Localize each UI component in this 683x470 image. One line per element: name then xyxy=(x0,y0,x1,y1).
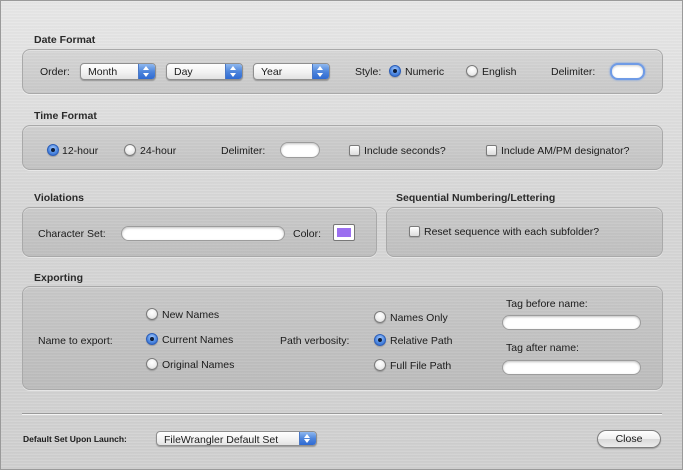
order-year-value: Year xyxy=(261,66,283,78)
include-seconds-label: Include seconds? xyxy=(364,145,446,157)
style-english-radio[interactable] xyxy=(466,65,478,77)
include-seconds-checkbox[interactable] xyxy=(349,145,360,156)
popup-arrows-icon xyxy=(138,64,155,79)
path-verbosity-label: Path verbosity: xyxy=(280,335,350,347)
popup-arrows-icon xyxy=(225,64,242,79)
reset-sequence-checkbox[interactable] xyxy=(409,226,420,237)
time-delimiter-field[interactable] xyxy=(280,142,320,158)
path-relative-label: Relative Path xyxy=(390,335,453,347)
default-set-popup[interactable]: FileWrangler Default Set xyxy=(156,431,317,446)
default-set-value: FileWrangler Default Set xyxy=(164,434,279,446)
order-label: Order: xyxy=(40,66,70,78)
charset-field[interactable] xyxy=(121,226,285,241)
name-new-label: New Names xyxy=(162,309,220,321)
tag-before-field[interactable] xyxy=(502,315,641,330)
clock-12-hour-radio[interactable] xyxy=(47,144,59,156)
path-full-radio[interactable] xyxy=(374,359,386,371)
violations-title: Violations xyxy=(34,192,84,204)
name-original-label: Original Names xyxy=(162,359,235,371)
order-day-value: Day xyxy=(174,66,193,78)
time-format-title: Time Format xyxy=(34,110,97,122)
popup-arrows-icon xyxy=(312,64,329,79)
popup-arrows-icon xyxy=(299,432,316,445)
close-button[interactable]: Close xyxy=(597,430,661,448)
name-to-export-label: Name to export: xyxy=(38,335,113,347)
path-names-only-radio[interactable] xyxy=(374,311,386,323)
order-day-popup[interactable]: Day xyxy=(166,63,243,80)
path-names-only-label: Names Only xyxy=(390,312,448,324)
style-label: Style: xyxy=(355,66,382,78)
charset-label: Character Set: xyxy=(38,228,106,240)
date-delimiter-field[interactable] xyxy=(610,63,645,80)
time-delimiter-label: Delimiter: xyxy=(221,145,266,157)
style-english-label: English xyxy=(482,66,517,78)
exporting-title: Exporting xyxy=(34,272,83,284)
name-current-label: Current Names xyxy=(162,334,234,346)
order-month-popup[interactable]: Month xyxy=(80,63,156,80)
clock-24-hour-label: 24-hour xyxy=(140,145,177,157)
tag-before-label: Tag before name: xyxy=(506,298,588,310)
date-format-title: Date Format xyxy=(34,34,96,46)
name-original-radio[interactable] xyxy=(146,358,158,370)
date-delimiter-label: Delimiter: xyxy=(551,66,596,78)
style-numeric-radio[interactable] xyxy=(389,65,401,77)
color-swatch[interactable] xyxy=(333,224,355,241)
name-new-radio[interactable] xyxy=(146,308,158,320)
order-month-value: Month xyxy=(88,66,118,78)
clock-24-hour-radio[interactable] xyxy=(124,144,136,156)
tag-after-label: Tag after name: xyxy=(506,342,579,354)
sequential-title: Sequential Numbering/Lettering xyxy=(396,192,556,204)
tag-after-field[interactable] xyxy=(502,360,641,375)
color-swatch-fill xyxy=(337,228,351,237)
color-label: Color: xyxy=(293,228,322,240)
order-year-popup[interactable]: Year xyxy=(253,63,330,80)
path-relative-radio[interactable] xyxy=(374,334,386,346)
footer-separator xyxy=(22,413,662,415)
default-set-label: Default Set Upon Launch: xyxy=(23,434,127,444)
name-current-radio[interactable] xyxy=(146,333,158,345)
include-ampm-label: Include AM/PM designator? xyxy=(501,145,630,157)
include-ampm-checkbox[interactable] xyxy=(486,145,497,156)
path-full-label: Full File Path xyxy=(390,360,452,372)
clock-12-hour-label: 12-hour xyxy=(62,145,99,157)
reset-sequence-label: Reset sequence with each subfolder? xyxy=(424,226,600,238)
style-numeric-label: Numeric xyxy=(405,66,445,78)
